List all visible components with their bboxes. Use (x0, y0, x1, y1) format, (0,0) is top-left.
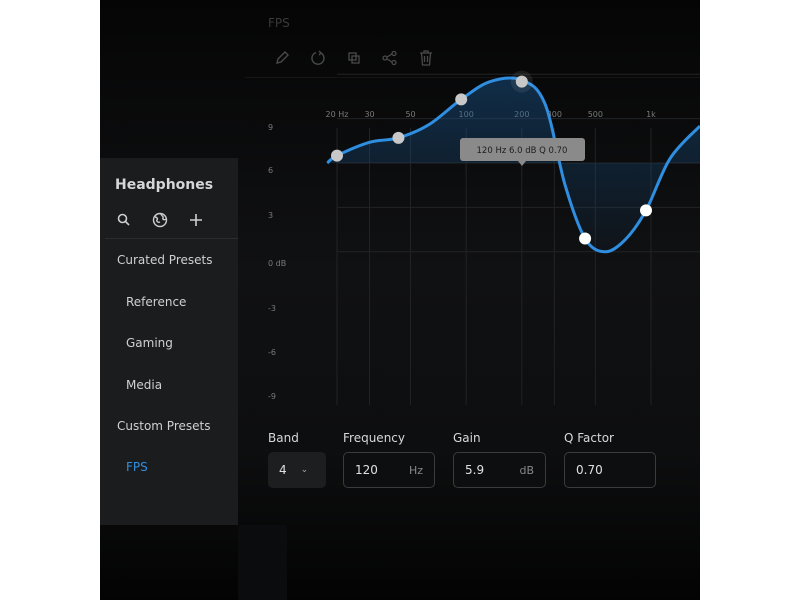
q-factor-label: Q Factor (564, 431, 614, 445)
section-curated-presets[interactable]: Curated Presets (117, 253, 212, 267)
tooltip-text: 120 Hz 6.0 dB Q 0.70 (477, 146, 568, 156)
gain-unit: dB (519, 463, 534, 477)
frequency-input[interactable]: 120 Hz (343, 452, 435, 488)
preset-media[interactable]: Media (126, 378, 162, 392)
y-tick-label: 9 (268, 123, 273, 132)
device-title: Headphones (115, 177, 214, 193)
y-tick-label: -3 (268, 304, 276, 313)
band-handle[interactable] (579, 232, 592, 245)
band-handle[interactable] (392, 131, 405, 144)
plus-icon[interactable] (187, 211, 204, 228)
search-icon[interactable] (115, 211, 132, 228)
x-tick-label: 1k (646, 110, 656, 119)
frequency-label: Frequency (343, 431, 405, 445)
band-value: 4 (279, 463, 287, 477)
q-factor-value: 0.70 (576, 463, 603, 477)
eq-curve-fill (327, 78, 700, 252)
frequency-value: 120 (355, 463, 378, 477)
x-tick-label: 30 (364, 110, 374, 119)
preset-fps[interactable]: FPS (126, 460, 148, 474)
q-factor-input[interactable]: 0.70 (564, 452, 656, 488)
gain-input[interactable]: 5.9 dB (453, 452, 546, 488)
sidebar-divider (105, 238, 238, 239)
gain-value: 5.9 (465, 463, 485, 477)
chevron-down-icon: ⌄ (300, 465, 309, 475)
preset-gaming[interactable]: Gaming (126, 336, 173, 350)
sidebar: Headphones Curated Presets Reference Gam… (100, 158, 238, 525)
y-tick-label: -9 (268, 392, 276, 401)
band-label: Band (268, 431, 299, 445)
band-select[interactable]: 4 ⌄ (268, 452, 326, 488)
x-tick-label: 20 Hz (326, 110, 349, 119)
band-handle[interactable] (455, 93, 468, 106)
sidebar-footer (238, 525, 287, 600)
gain-label: Gain (453, 431, 481, 445)
globe-icon[interactable] (151, 211, 168, 228)
x-tick-label: 500 (588, 110, 603, 119)
band-handle[interactable] (515, 75, 528, 88)
section-custom-presets[interactable]: Custom Presets (117, 419, 210, 433)
y-tick-label: -6 (268, 348, 276, 357)
band-handle[interactable] (640, 204, 653, 217)
eq-app: FPS 20 Hz30501002003005001k9630 dB-3-6-9… (100, 0, 700, 600)
frequency-unit: Hz (408, 463, 423, 477)
band-handle[interactable] (331, 149, 343, 162)
y-tick-label: 6 (268, 166, 273, 175)
x-tick-label: 50 (405, 110, 415, 119)
preset-reference[interactable]: Reference (126, 295, 186, 309)
y-tick-label: 3 (268, 211, 273, 220)
y-tick-label: 0 dB (268, 259, 286, 268)
